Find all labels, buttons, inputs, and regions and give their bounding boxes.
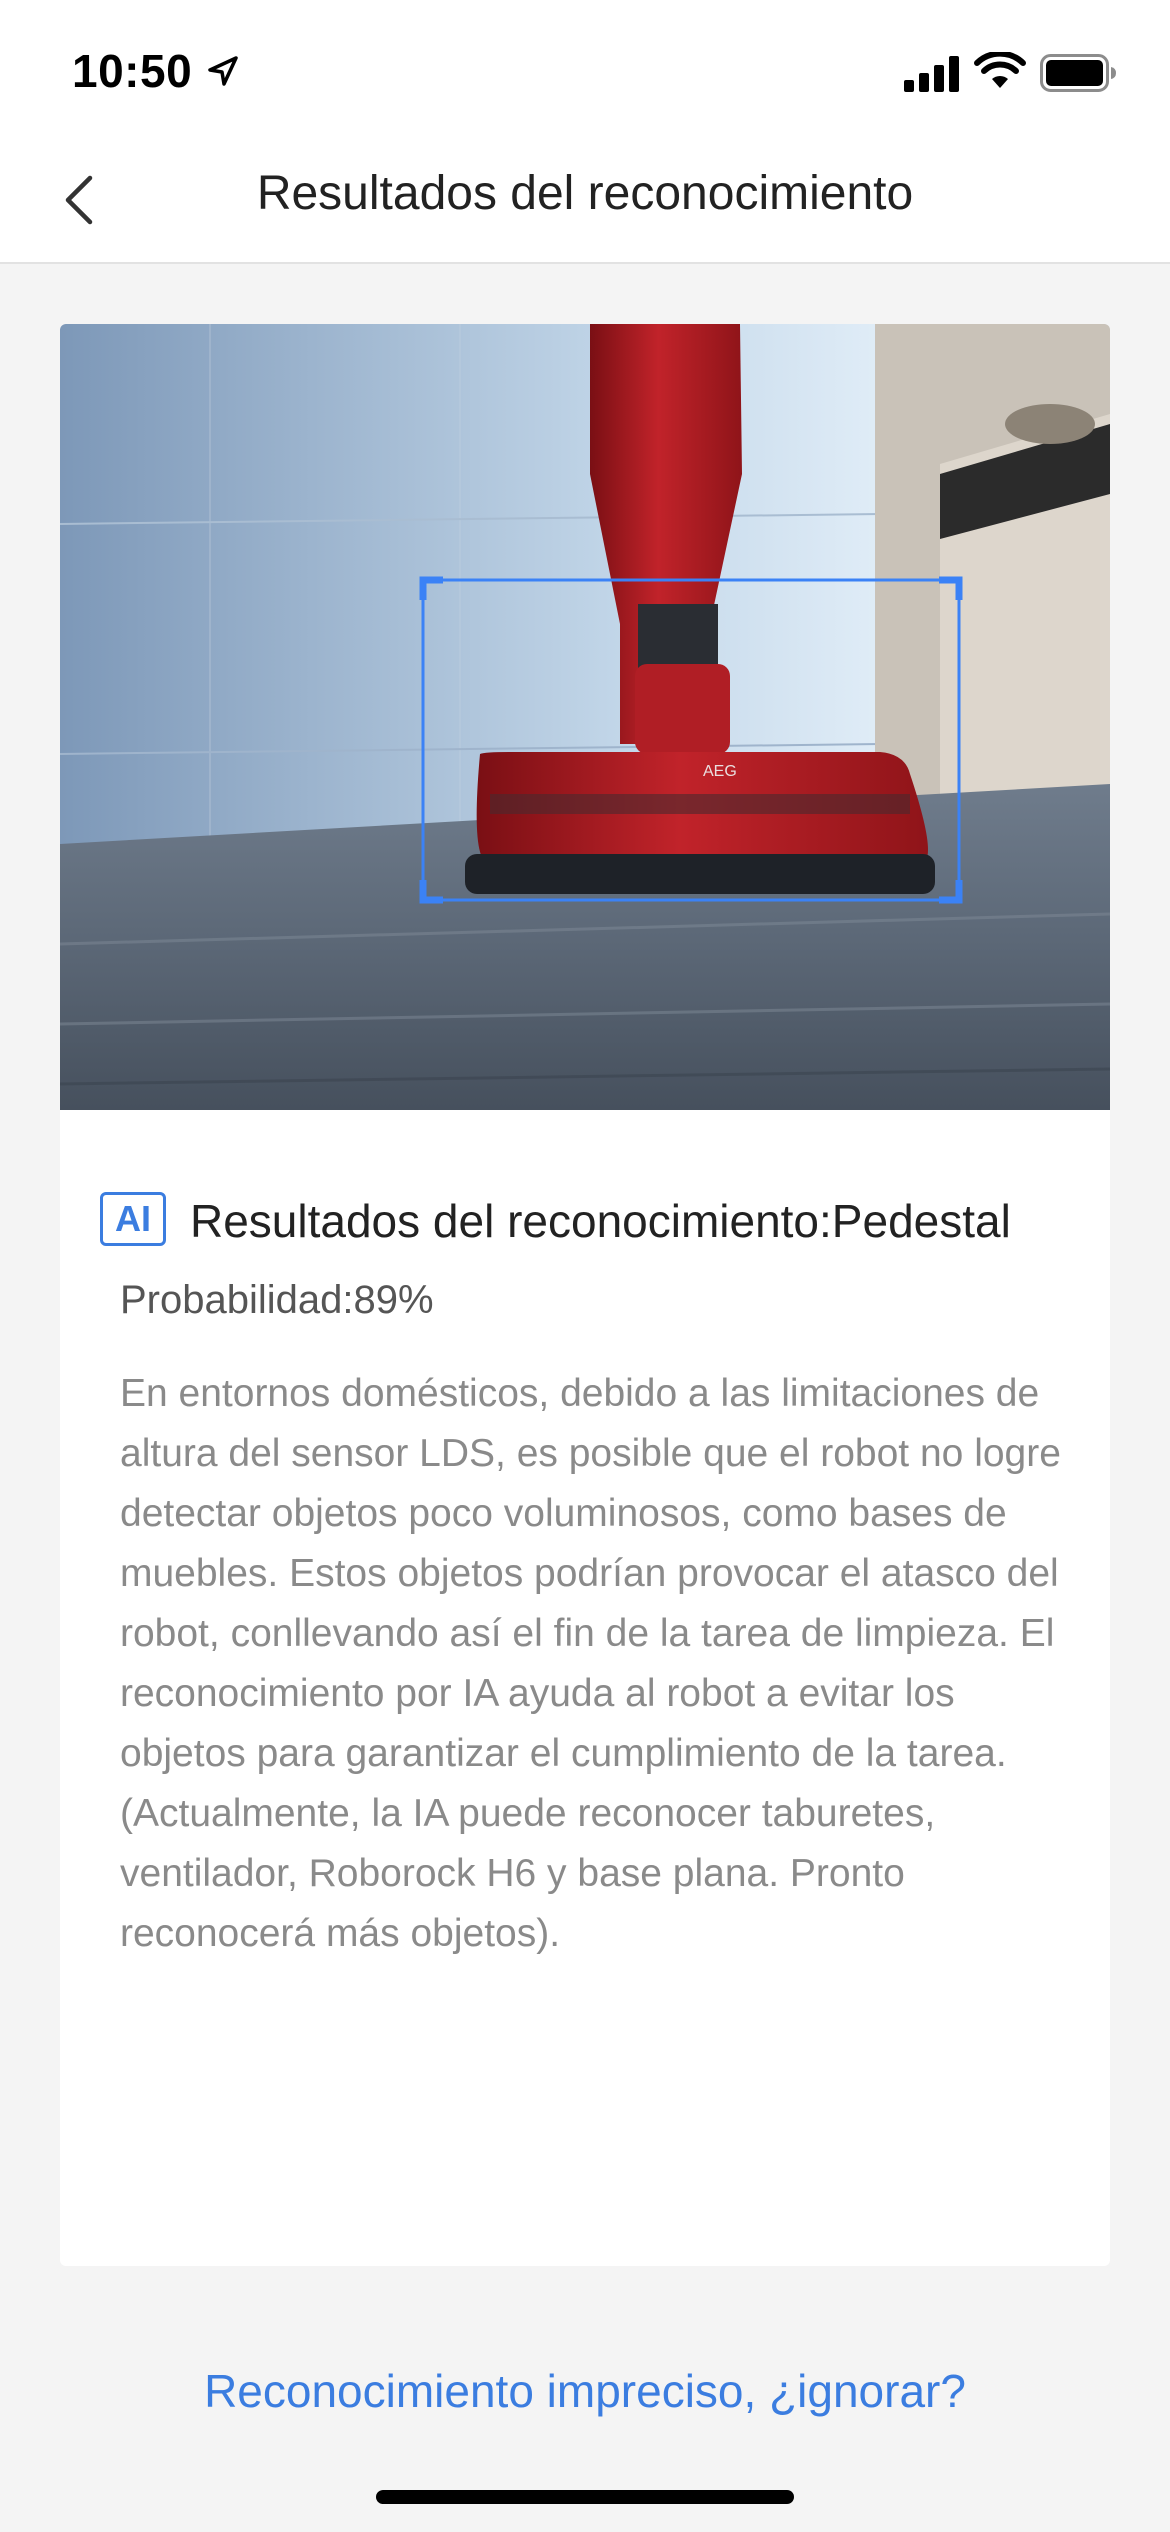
battery-icon <box>1040 54 1116 92</box>
status-time: 10:50 <box>72 45 193 97</box>
probability-text: Probabilidad:89% <box>120 1278 434 1322</box>
cellular-signal-icon <box>904 56 959 92</box>
description-text: En entornos domésticos, debido a las lim… <box>120 1372 1061 1955</box>
wifi-icon <box>974 52 1026 88</box>
recognition-photo[interactable]: AEG <box>60 324 1110 1110</box>
page-title: Resultados del reconocimiento <box>256 167 914 220</box>
recognition-result-label: Resultados del reconocimiento:Pedestal <box>190 1195 1011 1247</box>
status-bar: 10:50 <box>0 0 1170 140</box>
ignore-recognition-link[interactable]: Reconocimiento impreciso, ¿ignorar? <box>0 2364 1170 2418</box>
location-arrow-icon <box>208 56 238 86</box>
recognition-result-row: AI Resultados del reconocimiento:Pedesta… <box>100 1186 1100 1256</box>
vacuum-brand-label: AEG <box>703 763 737 780</box>
navigation-bar: Resultados del reconocimiento <box>0 140 1170 264</box>
ai-badge: AI <box>100 1192 166 1246</box>
home-indicator[interactable] <box>376 2490 794 2504</box>
